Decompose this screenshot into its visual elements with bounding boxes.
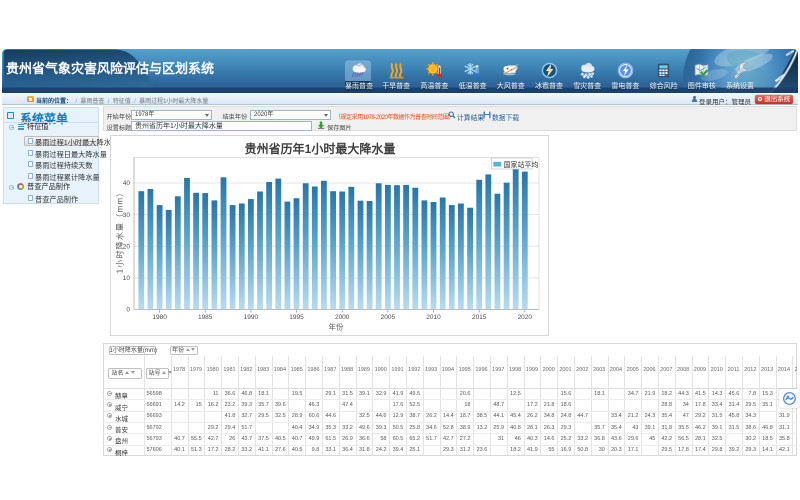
svg-text:2005: 2005 — [380, 314, 395, 321]
svg-text:1985: 1985 — [197, 314, 212, 321]
svg-text:0: 0 — [126, 306, 130, 313]
svg-text:2015: 2015 — [471, 314, 486, 321]
svg-text:1995: 1995 — [289, 314, 304, 321]
svg-text:年份: 年份 — [328, 321, 343, 331]
svg-text:2020: 2020 — [517, 314, 532, 321]
svg-text:贵州省气象灾害风险评估与区划系统: 贵州省气象灾害风险评估与区划系统 — [6, 61, 214, 76]
svg-text:1980: 1980 — [152, 314, 167, 321]
svg-text:1990: 1990 — [243, 314, 258, 321]
svg-text:1小时降水量（mm）: 1小时降水量（mm） — [114, 187, 124, 273]
svg-text:10: 10 — [122, 275, 130, 282]
svg-text:2000: 2000 — [334, 314, 349, 321]
svg-text:国家站平均: 国家站平均 — [503, 160, 538, 169]
svg-text:40: 40 — [122, 180, 130, 187]
svg-text:2010: 2010 — [426, 314, 441, 321]
